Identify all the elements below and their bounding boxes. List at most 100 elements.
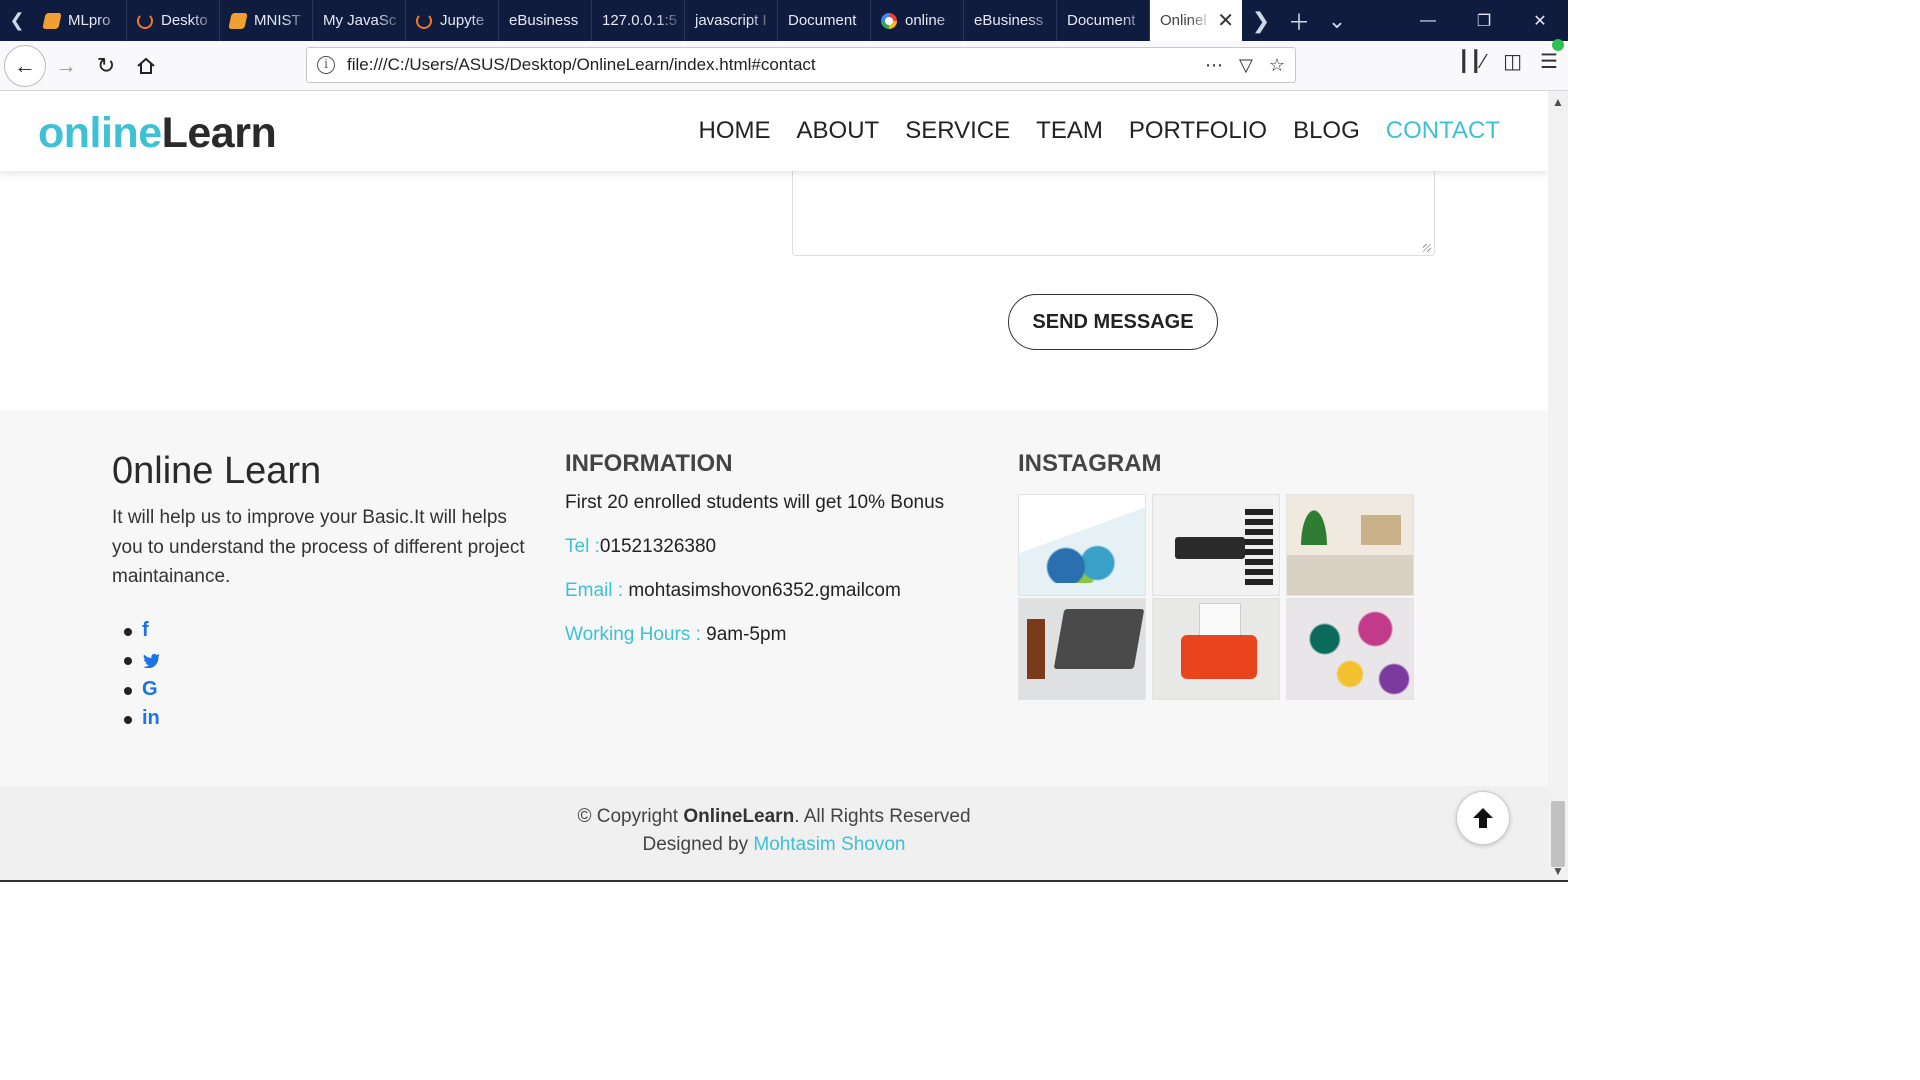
footer-about: 0nline Learn It will help us to improve … <box>112 450 532 734</box>
scroll-up-icon[interactable]: ▲ <box>1552 95 1564 109</box>
scroll-tabs-right-icon[interactable]: ❯ <box>1242 8 1280 34</box>
copyright-suffix: . All Rights Reserved <box>794 806 971 827</box>
close-tab-icon[interactable]: ✕ <box>1217 8 1234 33</box>
browser-tab[interactable]: Deskto <box>127 0 220 41</box>
hours-value: 9am-5pm <box>706 624 787 645</box>
instagram-photo[interactable] <box>1286 598 1414 700</box>
page-scrollbar[interactable]: ▲ ▼ <box>1548 91 1568 882</box>
hours-line: Working Hours : 9am-5pm <box>565 624 985 646</box>
browser-tab[interactable]: eBusiness <box>964 0 1057 41</box>
address-bar[interactable]: i file:///C:/Users/ASUS/Desktop/OnlineLe… <box>306 47 1296 83</box>
copyright-brand: OnlineLearn <box>683 806 795 827</box>
instagram-grid <box>1018 494 1438 700</box>
pocket-icon[interactable]: ▽ <box>1239 55 1253 76</box>
browser-tab[interactable]: javascript I <box>685 0 778 41</box>
library-icon[interactable]: ┃┃⁄ <box>1458 49 1485 74</box>
browser-tab-active[interactable]: Onlinel ✕ <box>1150 0 1242 41</box>
tab-label: Document <box>788 12 857 29</box>
arrow-up-icon <box>1473 808 1493 828</box>
browser-tab[interactable]: Jupyte <box>406 0 499 41</box>
nav-home[interactable]: HOME <box>699 117 771 145</box>
instagram-photo[interactable] <box>1152 494 1280 596</box>
browser-tab[interactable]: online <box>871 0 964 41</box>
footer-title: 0nline Learn <box>112 450 322 492</box>
email-value: mohtasimshovon6352.gmailcom <box>628 580 901 601</box>
instagram-photo[interactable] <box>1018 598 1146 700</box>
linkedin-link[interactable]: in <box>124 704 532 734</box>
update-badge <box>1552 39 1564 51</box>
email-label: Email : <box>565 580 629 601</box>
reload-button[interactable]: ↻ <box>86 46 126 86</box>
email-line: Email : mohtasimshovon6352.gmailcom <box>565 580 985 602</box>
nav-blog[interactable]: BLOG <box>1293 117 1360 145</box>
browser-tab[interactable]: MNIST <box>220 0 313 41</box>
browser-tab[interactable]: Document <box>778 0 871 41</box>
nav-contact[interactable]: CONTACT <box>1386 117 1500 145</box>
instagram-photo[interactable] <box>1286 494 1414 596</box>
author-link[interactable]: Mohtasim Shovon <box>753 834 905 855</box>
reload-icon: ↻ <box>96 52 116 78</box>
book-icon <box>42 12 62 29</box>
google-icon <box>881 12 897 29</box>
message-textarea[interactable] <box>792 161 1435 256</box>
nav-about[interactable]: ABOUT <box>797 117 880 145</box>
footer-description: It will help us to improve your Basic.It… <box>112 507 525 587</box>
main-nav: HOME ABOUT SERVICE TEAM PORTFOLIO BLOG C… <box>699 117 1500 145</box>
twitter-icon <box>143 653 160 669</box>
tab-label: eBusiness <box>509 12 579 29</box>
close-window-icon[interactable]: ✕ <box>1512 11 1568 31</box>
scrollbar-thumb[interactable] <box>1551 801 1565 867</box>
browser-toolbar: ← → ↻ i file:///C:/Users/ASUS/Desktop/On… <box>0 39 1568 91</box>
site-footer: 0nline Learn It will help us to improve … <box>0 410 1548 786</box>
information-heading: INFORMATION <box>565 450 733 477</box>
forward-button[interactable]: → <box>46 46 86 86</box>
google-link[interactable]: G <box>124 675 532 705</box>
facebook-link[interactable]: f <box>124 616 532 646</box>
google-plus-icon: G <box>142 677 158 700</box>
hours-label: Working Hours : <box>565 624 707 645</box>
instagram-photo[interactable] <box>1018 494 1146 596</box>
copyright-bar: © Copyright OnlineLearn. All Rights Rese… <box>0 786 1548 882</box>
browser-tab[interactable]: 127.0.0.1:5 <box>592 0 685 41</box>
browser-tab[interactable]: MLpro <box>34 0 127 41</box>
copyright-prefix: © Copyright <box>577 806 684 827</box>
hamburger-menu-icon[interactable]: ☰ <box>1540 39 1564 74</box>
site-header: onlineLearn HOME ABOUT SERVICE TEAM PORT… <box>0 91 1548 171</box>
site-info-icon[interactable]: i <box>317 56 335 74</box>
nav-team[interactable]: TEAM <box>1036 117 1103 145</box>
restore-window-icon[interactable]: ❐ <box>1456 11 1512 31</box>
bonus-text: First 20 enrolled students will get 10% … <box>565 492 945 513</box>
nav-portfolio[interactable]: PORTFOLIO <box>1129 117 1267 145</box>
browser-tab[interactable]: My JavaSc <box>313 0 406 41</box>
send-message-button[interactable]: SEND MESSAGE <box>1008 294 1218 350</box>
twitter-link[interactable] <box>124 645 532 675</box>
scroll-down-icon[interactable]: ▼ <box>1552 864 1564 878</box>
minimize-window-icon[interactable]: — <box>1400 12 1456 30</box>
page-actions-icon[interactable]: ⋯ <box>1205 55 1223 76</box>
scroll-tabs-left-icon[interactable]: ❮ <box>0 0 34 41</box>
back-button[interactable]: ← <box>4 44 46 87</box>
linkedin-icon: in <box>142 707 160 729</box>
footer-information: INFORMATION First 20 enrolled students w… <box>565 450 985 646</box>
bookmark-star-icon[interactable]: ☆ <box>1269 55 1285 76</box>
browser-tab[interactable]: Document <box>1057 0 1150 41</box>
arrow-left-icon: ← <box>14 52 36 78</box>
social-links: f G in <box>112 616 532 734</box>
jupyter-icon <box>137 12 153 29</box>
instagram-photo[interactable] <box>1152 598 1280 700</box>
sidebar-icon[interactable]: ◫ <box>1503 49 1522 74</box>
url-text[interactable]: file:///C:/Users/ASUS/Desktop/OnlineLear… <box>347 55 816 75</box>
back-to-top-button[interactable] <box>1456 791 1510 845</box>
tab-list-chevron-icon[interactable]: ⌄ <box>1318 8 1356 34</box>
resize-grip-icon[interactable] <box>1423 244 1431 252</box>
home-button[interactable] <box>126 46 166 86</box>
home-icon <box>137 57 155 74</box>
browser-tab-strip: ❮ MLpro Deskto MNIST My JavaSc Jupyte eB… <box>0 0 1568 41</box>
nav-service[interactable]: SERVICE <box>905 117 1010 145</box>
site-logo[interactable]: onlineLearn <box>38 109 277 158</box>
footer-instagram: INSTAGRAM <box>1018 450 1438 700</box>
book-icon <box>228 12 248 29</box>
logo-part-online: online <box>38 109 162 157</box>
new-tab-icon[interactable]: ＋ <box>1280 5 1318 37</box>
browser-tab[interactable]: eBusiness <box>499 0 592 41</box>
